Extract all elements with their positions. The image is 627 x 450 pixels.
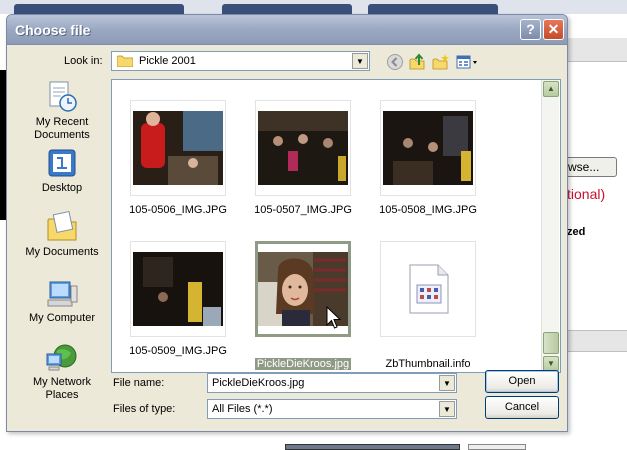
file-name-label[interactable]: 105-0509_IMG.JPG	[118, 345, 238, 357]
background-tab-strip	[0, 0, 627, 14]
file-thumbnail[interactable]	[130, 241, 226, 337]
background-sized-text: zed	[567, 226, 586, 238]
photo-thumbnail-image	[133, 111, 223, 185]
file-name-value: PickleDieKroos.jpg	[212, 377, 305, 389]
place-label: My Network Places	[32, 376, 92, 401]
file-thumbnail[interactable]	[255, 100, 351, 196]
files-of-type-value: All Files (*.*)	[212, 403, 273, 415]
background-tab	[14, 4, 184, 14]
scroll-thumb[interactable]	[543, 332, 559, 354]
background-footer-image	[285, 444, 460, 450]
background-tab	[222, 4, 352, 14]
place-my-network-places[interactable]: My Network Places	[17, 342, 107, 402]
folder-icon	[117, 55, 133, 67]
look-in-value: Pickle 2001	[139, 55, 196, 67]
network-places-icon	[46, 344, 77, 371]
photo-thumbnail-image	[133, 252, 223, 326]
place-my-recent-documents[interactable]: My Recent Documents	[17, 80, 107, 142]
file-thumbnail[interactable]	[380, 241, 476, 337]
file-name-label[interactable]: 105-0507_IMG.JPG	[243, 204, 363, 216]
background-footer-button[interactable]	[468, 444, 526, 450]
files-of-type-label: Files of type:	[113, 403, 176, 415]
file-name-label-selected[interactable]: PickleDieKroos.jpg	[243, 358, 363, 370]
scroll-up-button[interactable]: ▲	[543, 81, 559, 97]
file-name-input[interactable]: PickleDieKroos.jpg ▼	[207, 373, 457, 393]
background-tab	[368, 4, 498, 14]
close-button[interactable]: ✕	[543, 19, 564, 40]
place-label: My Computer	[28, 312, 96, 324]
background-browse-button[interactable]: wse...	[563, 157, 617, 177]
info-file-icon	[409, 264, 449, 314]
recent-documents-icon	[49, 81, 77, 112]
place-label: My Documents	[25, 246, 99, 258]
my-documents-icon	[47, 210, 77, 241]
photo-thumbnail-image	[383, 111, 473, 185]
background-optional-text: tional)	[567, 186, 606, 202]
chevron-down-icon[interactable]: ▼	[439, 401, 455, 417]
up-folder-icon[interactable]	[409, 53, 427, 71]
dialog-titlebar[interactable]: Choose file ? ✕	[7, 15, 567, 45]
look-in-combo[interactable]: Pickle 2001 ▼	[111, 51, 370, 71]
back-icon[interactable]	[386, 53, 404, 71]
choose-file-dialog: Choose file ? ✕ Look in: Pickle 2001 ▼ M…	[6, 14, 568, 432]
open-button[interactable]: Open	[485, 370, 559, 393]
mouse-cursor-icon	[326, 306, 342, 329]
places-bar: My Recent Documents Desktop My Documents	[17, 80, 107, 410]
file-name-label[interactable]: 105-0508_IMG.JPG	[368, 204, 488, 216]
place-label: Desktop	[41, 182, 83, 194]
place-my-documents[interactable]: My Documents	[17, 210, 107, 259]
place-label: My Recent Documents	[34, 116, 90, 141]
files-of-type-select[interactable]: All Files (*.*) ▼	[207, 399, 457, 419]
new-folder-icon[interactable]	[432, 53, 450, 71]
photo-thumbnail-image	[258, 111, 348, 185]
chevron-down-icon[interactable]: ▼	[439, 375, 455, 391]
desktop-icon	[48, 149, 76, 177]
help-button[interactable]: ?	[520, 19, 541, 40]
look-in-label: Look in:	[64, 55, 103, 67]
background-section-strip	[560, 330, 627, 352]
place-my-computer[interactable]: My Computer	[17, 280, 107, 325]
file-name-label[interactable]: ZbThumbnail.info	[368, 358, 488, 370]
file-name-label[interactable]: 105-0506_IMG.JPG	[118, 204, 238, 216]
file-thumbnail[interactable]	[380, 100, 476, 196]
file-thumbnail[interactable]	[130, 100, 226, 196]
my-computer-icon	[47, 281, 78, 307]
views-menu-icon[interactable]	[456, 53, 480, 71]
chevron-down-icon[interactable]: ▼	[352, 53, 368, 69]
cancel-button[interactable]: Cancel	[485, 396, 559, 419]
file-list-scrollbar[interactable]: ▲ ▼	[541, 80, 559, 373]
dialog-title: Choose file	[15, 22, 91, 38]
background-header-strip	[560, 38, 627, 62]
place-desktop[interactable]: Desktop	[17, 148, 107, 195]
file-name-label: File name:	[113, 377, 165, 389]
